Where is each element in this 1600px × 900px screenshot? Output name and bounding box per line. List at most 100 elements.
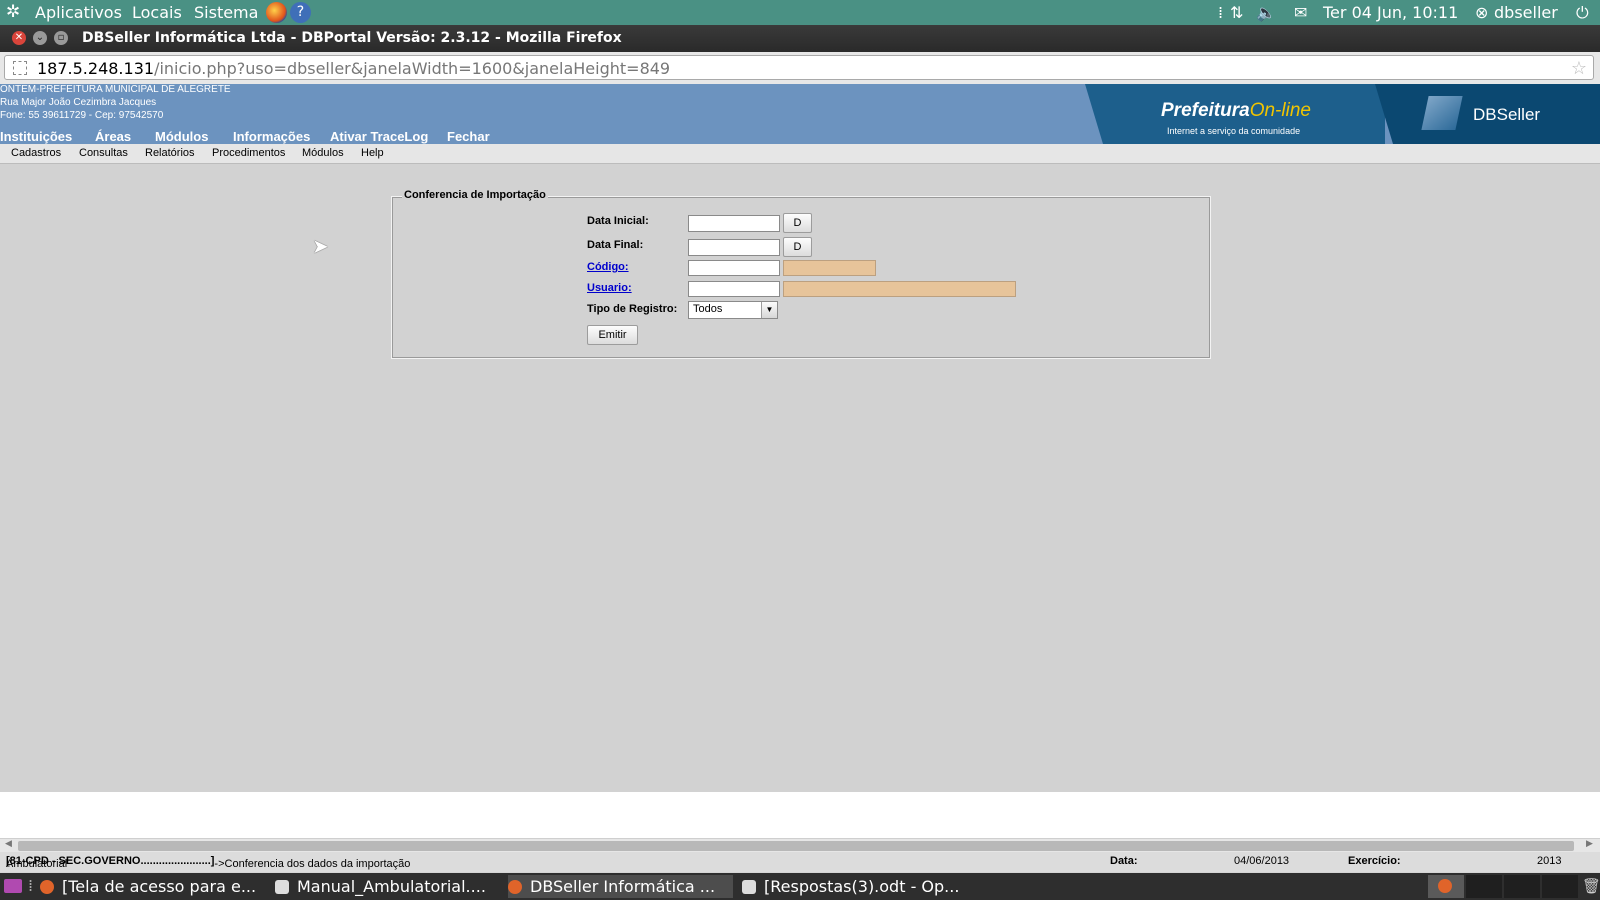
submenu-consultas[interactable]: Consultas <box>79 147 128 159</box>
tipo-registro-label: Tipo de Registro: <box>587 303 678 315</box>
task-label: [Tela de acesso para e... <box>62 877 257 896</box>
status-data-value: 04/06/2013 <box>1234 855 1290 867</box>
status-exercicio-value: 2013 <box>1537 855 1562 867</box>
data-final-input[interactable] <box>688 239 780 256</box>
logo-online-text: On-line <box>1249 100 1311 121</box>
firefox-icon <box>508 880 522 894</box>
org-address: Rua Major João Cezimbra Jacques <box>0 97 157 108</box>
network-icon[interactable]: ⇅ <box>1230 3 1243 22</box>
scroll-right-icon[interactable]: ▶ <box>1586 839 1593 849</box>
codigo-link[interactable]: Código: <box>587 261 629 273</box>
user-name[interactable]: dbseller <box>1494 3 1558 22</box>
logo-tagline: Internet a serviço da comunidade <box>1167 126 1301 136</box>
data-final-label: Data Final: <box>587 239 644 251</box>
org-contact: Fone: 55 39611729 - Cep: 97542570 <box>0 110 164 121</box>
navigation-toolbar: 187.5.248.131/inicio.php?uso=dbseller&ja… <box>0 52 1600 85</box>
task-label: DBSeller Informática ... <box>530 877 716 896</box>
usuario-input[interactable] <box>688 281 780 297</box>
menu-locais[interactable]: Locais <box>132 3 182 22</box>
site-identity-icon[interactable] <box>13 61 27 75</box>
taskbar-separator-icon: ⁞ <box>28 876 34 895</box>
minimize-window-icon[interactable]: ⌄ <box>33 31 47 45</box>
bottom-taskbar: ⁞ [Tela de acesso para e... Manual_Ambul… <box>0 873 1600 900</box>
menu-ativar-tracelog[interactable]: Ativar TraceLog <box>330 129 428 144</box>
dbseller-logo: DBSeller <box>1375 84 1600 144</box>
scrollbar-thumb[interactable] <box>18 841 1574 851</box>
submenu-relatorios[interactable]: Relatórios <box>145 147 195 159</box>
logo-prefeitura-text: Prefeitura <box>1161 100 1250 121</box>
workspace-2[interactable] <box>1466 875 1502 898</box>
workspace-3[interactable] <box>1504 875 1540 898</box>
submenu-procedimentos[interactable]: Procedimentos <box>212 147 285 159</box>
mouse-cursor-icon: ➤ <box>312 234 329 258</box>
codigo-input[interactable] <box>688 260 780 276</box>
usuario-link[interactable]: Usuario: <box>587 282 632 294</box>
workspace-switcher[interactable]: 🗑 <box>1428 875 1600 898</box>
submenu-help[interactable]: Help <box>361 147 384 159</box>
scroll-left-icon[interactable]: ◀ <box>5 839 12 849</box>
status-module: Ambulatorial <box>6 858 68 870</box>
status-routine: ->Conferencia dos dados da importação <box>214 858 411 870</box>
firefox-icon <box>40 880 54 894</box>
form-legend: Conferencia de Importação <box>402 189 548 201</box>
menu-fechar[interactable]: Fechar <box>447 129 490 144</box>
org-name: ONTEM-PREFEITURA MUNICIPAL DE ALEGRETE <box>0 84 231 95</box>
form-fieldset: Conferencia de Importação Data Inicial: … <box>391 189 1211 359</box>
content-area: ➤ Conferencia de Importação Data Inicial… <box>0 164 1600 792</box>
dbseller-mark-icon <box>1421 96 1463 130</box>
window-title: DBSeller Informática Ltda - DBPortal Ver… <box>82 30 622 46</box>
menu-instituicoes[interactable]: Instituições <box>0 129 72 144</box>
url-host: 187.5.248.131 <box>37 59 155 78</box>
power-icon[interactable]: ⏻ <box>1576 3 1589 23</box>
url-path: /inicio.php?uso=dbseller&janelaWidth=160… <box>154 59 671 78</box>
task-manual-ambulatorial[interactable]: Manual_Ambulatorial.... <box>275 875 500 898</box>
task-dbseller-firefox[interactable]: DBSeller Informática ... <box>508 875 733 898</box>
menu-aplicativos[interactable]: Aplicativos <box>35 3 122 22</box>
workspace-4[interactable] <box>1542 875 1578 898</box>
document-icon <box>742 880 756 894</box>
window-titlebar: ✕ ⌄ ▫ DBSeller Informática Ltda - DBPort… <box>0 25 1600 52</box>
user-status-icon: ⊗ <box>1475 3 1489 22</box>
status-path: Ambulatorial [81-CPD - SEC.GOVERNO.......… <box>6 855 410 870</box>
data-final-calendar-button[interactable]: D <box>783 237 812 257</box>
maximize-window-icon[interactable]: ▫ <box>54 31 68 45</box>
tipo-registro-select[interactable]: Todos ▼ <box>688 301 778 319</box>
url-field[interactable]: 187.5.248.131/inicio.php?uso=dbseller&ja… <box>4 55 1594 80</box>
url-text: 187.5.248.131/inicio.php?uso=dbseller&ja… <box>37 59 670 78</box>
help-launcher-icon[interactable]: ? <box>290 2 311 23</box>
task-respostas-odt[interactable]: [Respostas(3).odt - Op... <box>742 875 982 898</box>
horizontal-scrollbar[interactable]: ◀ ▶ <box>0 838 1600 853</box>
codigo-description-field <box>783 260 876 276</box>
clock[interactable]: Ter 04 Jun, 10:11 <box>1323 3 1458 22</box>
status-data-label: Data: <box>1110 855 1138 867</box>
data-inicial-input[interactable] <box>688 215 780 232</box>
data-inicial-label: Data Inicial: <box>587 215 649 227</box>
emitir-button[interactable]: Emitir <box>587 325 638 345</box>
task-tela-acesso[interactable]: [Tela de acesso para e... <box>40 875 268 898</box>
submenu-cadastros[interactable]: Cadastros <box>11 147 61 159</box>
workspace-firefox-icon <box>1438 879 1452 893</box>
bookmark-star-icon[interactable]: ☆ <box>1571 58 1587 79</box>
document-icon <box>275 880 289 894</box>
mail-icon[interactable]: ✉ <box>1294 3 1307 22</box>
firefox-launcher-icon[interactable] <box>266 2 287 23</box>
trash-icon[interactable]: 🗑 <box>1582 877 1600 895</box>
show-desktop-icon[interactable] <box>4 879 22 893</box>
dbseller-logo-text: DBSeller <box>1473 105 1541 124</box>
blank-area <box>0 792 1600 838</box>
close-window-icon[interactable]: ✕ <box>12 31 26 45</box>
separator-icon: ⁞ <box>1218 3 1224 22</box>
gnome-top-panel: ✲ Aplicativos Locais Sistema ? ⁞ ⇅ 🔈 ✉ T… <box>0 0 1600 25</box>
submenu-modulos[interactable]: Módulos <box>302 147 344 159</box>
sub-menu: Cadastros Consultas Relatórios Procedime… <box>0 144 1600 164</box>
task-label: Manual_Ambulatorial.... <box>297 877 486 896</box>
dropdown-arrow-icon[interactable]: ▼ <box>761 302 777 318</box>
volume-icon[interactable]: 🔈 <box>1256 3 1276 22</box>
menu-modulos[interactable]: Módulos <box>155 129 208 144</box>
usuario-name-field <box>783 281 1016 297</box>
menu-sistema[interactable]: Sistema <box>194 3 258 22</box>
menu-areas[interactable]: Áreas <box>95 129 131 144</box>
menu-informacoes[interactable]: Informações <box>233 129 310 144</box>
gnome-foot-icon[interactable]: ✲ <box>6 2 20 22</box>
data-inicial-calendar-button[interactable]: D <box>783 213 812 233</box>
